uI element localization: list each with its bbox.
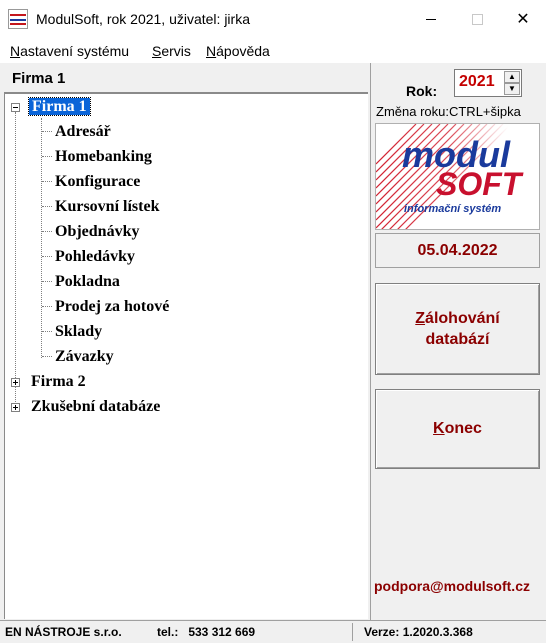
expand-icon[interactable] [11, 378, 20, 387]
minimize-button[interactable] [408, 0, 454, 38]
logo-text-soft: SOFT [436, 166, 522, 202]
menu-bar: Nastavení systému Servis Nápověda [0, 40, 546, 62]
year-label: Rok: [406, 83, 438, 99]
menu-service[interactable]: Servis [152, 43, 191, 59]
status-company: EN NÁSTROJE s.r.o. [5, 625, 122, 639]
close-button[interactable]: ✕ [500, 0, 546, 38]
tree-item-objednavky[interactable]: Objednávky [55, 223, 139, 241]
spin-down-icon[interactable]: ▼ [504, 83, 520, 95]
tree-item-pokladna[interactable]: Pokladna [55, 273, 120, 291]
menu-system-settings[interactable]: Nastavení systému [10, 43, 129, 59]
tree-item-sklady[interactable]: Sklady [55, 323, 102, 341]
tree-item-homebanking[interactable]: Homebanking [55, 148, 152, 166]
tree-item-adresar[interactable]: Adresář [55, 123, 111, 141]
exit-button[interactable]: Konec [375, 389, 540, 469]
window-title: ModulSoft, rok 2021, uživatel: jirka [36, 11, 250, 27]
collapse-icon[interactable] [11, 103, 20, 112]
tree-item-prodej-za-hotove[interactable]: Prodej za hotové [55, 298, 169, 316]
menu-help[interactable]: Nápověda [206, 43, 270, 59]
close-icon: ✕ [516, 11, 530, 28]
minimize-icon [426, 18, 436, 20]
maximize-icon [471, 13, 483, 25]
current-date: 05.04.2022 [375, 233, 540, 268]
tree-item-kursovni-listek[interactable]: Kursovní lístek [55, 198, 159, 216]
maximize-button[interactable] [454, 0, 500, 38]
tree-item-konfigurace[interactable]: Konfigurace [55, 173, 140, 191]
year-spinner[interactable]: 2021 ▲ ▼ [454, 69, 522, 97]
year-value[interactable]: 2021 [459, 73, 495, 91]
status-bar: EN NÁSTROJE s.r.o. tel.: 533 312 669 Ver… [0, 620, 546, 643]
status-version: Verze: 1.2020.3.368 [364, 625, 473, 639]
backup-databases-button[interactable]: Zálohování databází [375, 283, 540, 375]
logo-subtitle: informační systém [404, 203, 502, 215]
panel-title: Firma 1 [12, 70, 66, 87]
title-bar: ModulSoft, rok 2021, uživatel: jirka ✕ [0, 0, 546, 38]
support-email[interactable]: podpora@modulsoft.cz [374, 578, 530, 594]
app-icon[interactable] [8, 9, 28, 29]
expand-icon[interactable] [11, 403, 20, 412]
year-hint: Změna roku:CTRL+šipka [376, 104, 521, 119]
tree-item-zavazky[interactable]: Závazky [55, 348, 114, 366]
modulsoft-logo: modul SOFT informační systém [375, 123, 540, 230]
tree-root-firma-2[interactable]: Firma 2 [31, 373, 86, 391]
tree-root-test-database[interactable]: Zkušební databáze [31, 398, 160, 416]
left-panel-header: Firma 1 [4, 66, 368, 90]
status-phone: tel.: 533 312 669 [157, 625, 256, 639]
tree-root-firma-1[interactable]: Firma 1 [28, 97, 91, 116]
company-tree[interactable]: Firma 1 Adresář Homebanking Konfigurace … [4, 92, 368, 619]
tree-item-pohledavky[interactable]: Pohledávky [55, 248, 135, 266]
spin-up-icon[interactable]: ▲ [504, 71, 520, 83]
